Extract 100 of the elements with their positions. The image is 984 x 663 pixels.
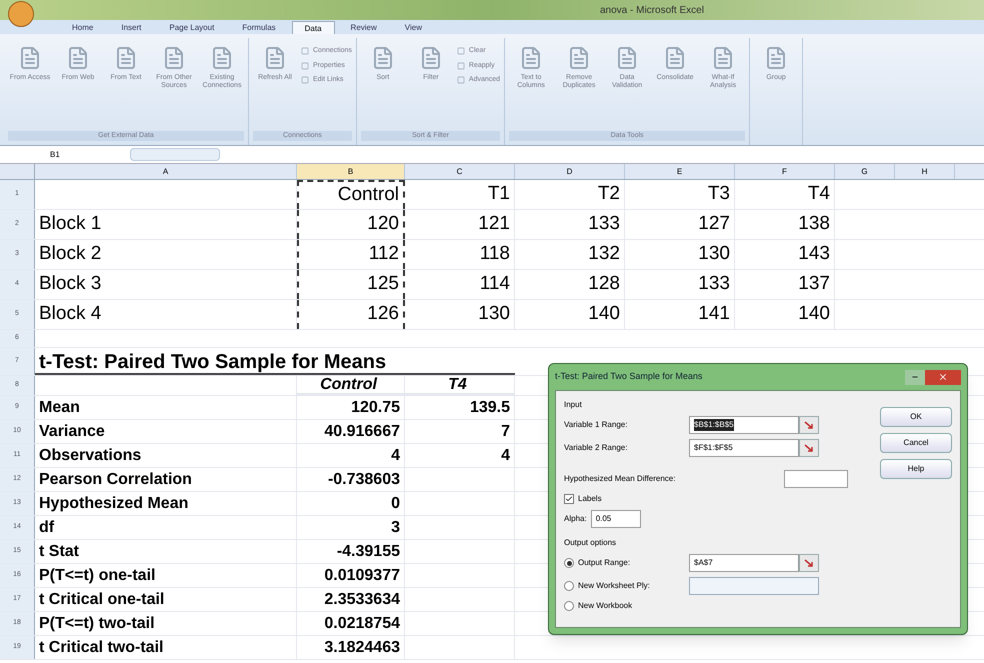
table-cell-text: Block 4 xyxy=(39,302,102,326)
column-header[interactable]: G xyxy=(835,164,895,179)
input-field[interactable] xyxy=(689,577,819,595)
table-cell-text: Control xyxy=(338,183,399,208)
dialog-button[interactable]: Help xyxy=(880,459,952,479)
table-cell-text: 130 xyxy=(478,302,510,326)
table-cell-text: -4.39155 xyxy=(336,542,400,562)
table-cell-text: 7 xyxy=(501,422,510,442)
column-header[interactable]: H xyxy=(895,164,955,179)
table-cell-text: Block 3 xyxy=(39,272,102,296)
column-header[interactable]: F xyxy=(735,164,835,179)
table-cell-text: T3 xyxy=(708,182,730,206)
document-icon xyxy=(18,46,42,70)
field-label: Variable 2 Range: xyxy=(564,442,628,454)
table-cell-text: 139.5 xyxy=(470,398,510,418)
column-header[interactable]: E xyxy=(625,164,735,179)
collapse-dialog-button[interactable] xyxy=(799,554,819,572)
document-icon xyxy=(66,46,90,70)
document-icon xyxy=(162,46,186,70)
section-label: Input xyxy=(564,399,583,411)
table-cell-text: -0.738603 xyxy=(328,470,400,490)
table-cell-text: 133 xyxy=(588,212,620,236)
checkbox[interactable] xyxy=(564,494,574,504)
close-icon xyxy=(938,372,948,382)
dialog-title: t-Test: Paired Two Sample for Means xyxy=(555,370,702,384)
ribbon-tab[interactable]: View xyxy=(392,21,434,34)
table-cell-text: 133 xyxy=(698,272,730,296)
table-cell-text: P(T<=t) one-tail xyxy=(39,566,156,586)
name-box[interactable]: B1 xyxy=(0,148,130,160)
ribbon-tab[interactable]: Insert xyxy=(109,21,154,34)
table-cell-text: Observations xyxy=(39,446,142,466)
radio-button[interactable] xyxy=(564,601,574,611)
table-cell-text: Hypothesized Mean xyxy=(39,494,188,514)
table-cell-text: T4 xyxy=(808,182,830,206)
close-button[interactable] xyxy=(925,370,961,384)
input-field[interactable]: $A$7 xyxy=(689,554,799,572)
column-header[interactable]: B xyxy=(297,164,405,179)
ribbon-tab[interactable]: Page Layout xyxy=(157,21,226,34)
table-cell-text: 121 xyxy=(478,212,510,236)
column-header[interactable]: D xyxy=(515,164,625,179)
field-label: Variable 1 Range: xyxy=(564,419,628,431)
radio-button[interactable] xyxy=(564,581,574,591)
arrow-icon xyxy=(804,420,814,430)
table-cell-text: 143 xyxy=(798,242,830,266)
table-cell-text: 40.916667 xyxy=(324,422,400,442)
table-cell-text: 140 xyxy=(798,302,830,326)
table-cell-text: 4 xyxy=(501,446,510,466)
table-cell-text: 140 xyxy=(588,302,620,326)
table-cell-text: 138 xyxy=(798,212,830,236)
table-cell-text: t Critical two-tail xyxy=(39,638,164,658)
table-title: t-Test: Paired Two Sample for Means xyxy=(35,348,515,375)
ribbon-tab[interactable]: Home xyxy=(60,21,106,34)
radio-label: New Workbook xyxy=(578,600,632,612)
document-icon xyxy=(210,46,234,70)
table-cell-text: 141 xyxy=(698,302,730,326)
collapse-dialog-button[interactable] xyxy=(799,416,819,434)
table-cell-text: Variance xyxy=(39,422,105,442)
input-field[interactable]: $B$1:$B$5 xyxy=(689,416,799,434)
table-cell-text: 128 xyxy=(588,272,620,296)
square-icon xyxy=(456,62,465,70)
table-cell-text: t Critical one-tail xyxy=(39,590,164,610)
square-icon xyxy=(456,76,465,84)
field-label: Hypothesized Mean Difference: xyxy=(564,473,676,485)
dialog-button[interactable]: OK xyxy=(880,407,952,427)
table-cell-text: Block 2 xyxy=(39,242,102,266)
table-cell-text: 118 xyxy=(480,242,510,266)
column-header[interactable]: C xyxy=(405,164,515,179)
document-icon xyxy=(114,46,138,70)
table-cell-text: 0.0218754 xyxy=(324,614,400,634)
ribbon-tab[interactable]: Formulas xyxy=(230,21,288,34)
table-cell-text: 125 xyxy=(367,272,399,296)
table-cell-text: 3 xyxy=(391,518,400,538)
input-field[interactable]: 0.05 xyxy=(590,510,641,528)
field-label: Alpha: xyxy=(564,513,587,525)
table-cell-text: 130 xyxy=(698,242,730,266)
table-cell-text: 120.75 xyxy=(351,398,400,418)
table-cell-text: Block 1 xyxy=(39,212,102,236)
table-cell-text: T1 xyxy=(488,182,510,206)
table-cell-text: 0.0109377 xyxy=(324,566,400,586)
dialog-button[interactable]: Cancel xyxy=(880,433,952,453)
table-cell-text: Mean xyxy=(39,398,80,418)
input-field[interactable]: $F$1:$F$5 xyxy=(689,439,799,457)
table-cell-text: 4 xyxy=(391,446,400,466)
radio-label: New Worksheet Ply: xyxy=(578,580,650,592)
ribbon-tab[interactable]: Data xyxy=(292,21,335,34)
input-field[interactable] xyxy=(784,470,848,488)
collapse-dialog-button[interactable] xyxy=(799,439,819,457)
ribbon-tab[interactable]: Review xyxy=(338,21,389,34)
table-cell-text: 127 xyxy=(698,212,730,236)
arrow-icon xyxy=(804,443,814,453)
table-cell-text: 126 xyxy=(367,302,399,326)
checkbox-label: Labels xyxy=(578,493,602,505)
table-cell-text: 3.1824463 xyxy=(324,638,400,658)
office-button[interactable] xyxy=(8,1,34,27)
square-icon xyxy=(301,62,309,70)
table-cell-text: 2.3533634 xyxy=(324,590,400,610)
square-icon xyxy=(301,76,309,84)
table-cell-text: 112 xyxy=(368,242,399,266)
table-cell-text: T2 xyxy=(598,182,620,206)
radio-button[interactable] xyxy=(564,558,574,568)
